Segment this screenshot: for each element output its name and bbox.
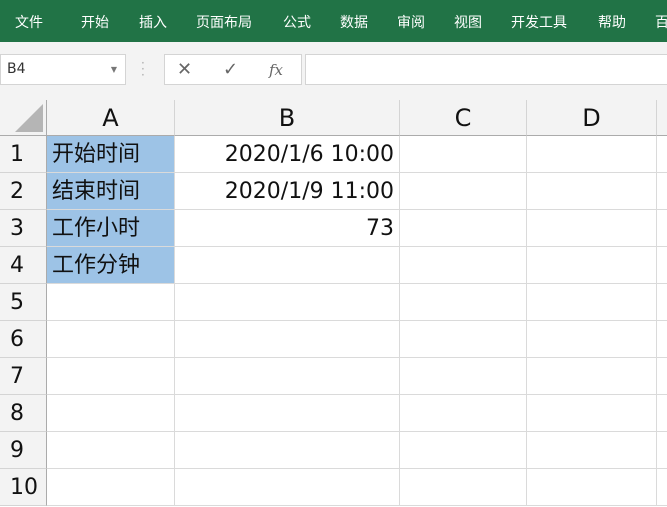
cell-B7[interactable] [175, 358, 400, 395]
tab-review[interactable]: 审阅 [397, 12, 425, 32]
cell-A2[interactable]: 结束时间 [47, 173, 175, 210]
cell-D8[interactable] [527, 395, 657, 432]
cell-E6[interactable] [657, 321, 667, 358]
select-all-triangle-icon [15, 104, 43, 132]
row-header-1[interactable]: 1 [0, 136, 47, 173]
cell-E4[interactable] [657, 247, 667, 284]
cell-D3[interactable] [527, 210, 657, 247]
row-header-7[interactable]: 7 [0, 358, 47, 395]
cell-A8[interactable] [47, 395, 175, 432]
cell-D1[interactable] [527, 136, 657, 173]
enter-icon[interactable]: ✓ [223, 59, 238, 80]
cell-C3[interactable] [400, 210, 527, 247]
column-header-d[interactable]: D [527, 100, 657, 136]
cell-E3[interactable] [657, 210, 667, 247]
column-header-b[interactable]: B [175, 100, 400, 136]
formula-input[interactable] [305, 54, 667, 85]
cell-C4[interactable] [400, 247, 527, 284]
cell-D6[interactable] [527, 321, 657, 358]
cell-E2[interactable] [657, 173, 667, 210]
cell-C9[interactable] [400, 432, 527, 469]
column-header-e[interactable] [657, 100, 667, 136]
cell-E7[interactable] [657, 358, 667, 395]
cell-C10[interactable] [400, 469, 527, 506]
row-header-9[interactable]: 9 [0, 432, 47, 469]
drag-handle-icon[interactable]: · · · [141, 57, 145, 81]
cell-D9[interactable] [527, 432, 657, 469]
formula-bar: B4 ▼ · · · ✕ ✓ fx [0, 42, 667, 100]
cell-A7[interactable] [47, 358, 175, 395]
ribbon: 文件 开始 插入 页面布局 公式 数据 审阅 视图 开发工具 帮助 百 [0, 0, 667, 42]
formula-buttons: ✕ ✓ fx [164, 54, 302, 85]
tab-help[interactable]: 帮助 [598, 12, 626, 32]
row-header-4[interactable]: 4 [0, 247, 47, 284]
cell-A6[interactable] [47, 321, 175, 358]
column-header-a[interactable]: A [47, 100, 175, 136]
row-header-8[interactable]: 8 [0, 395, 47, 432]
cell-A5[interactable] [47, 284, 175, 321]
cell-B9[interactable] [175, 432, 400, 469]
cell-C8[interactable] [400, 395, 527, 432]
cell-C1[interactable] [400, 136, 527, 173]
cell-B10[interactable] [175, 469, 400, 506]
cell-A10[interactable] [47, 469, 175, 506]
cell-C2[interactable] [400, 173, 527, 210]
cell-A9[interactable] [47, 432, 175, 469]
tab-data[interactable]: 数据 [340, 12, 368, 32]
cell-D5[interactable] [527, 284, 657, 321]
tab-home[interactable]: 开始 [81, 12, 109, 32]
cell-B1[interactable]: 2020/1/6 10:00 [175, 136, 400, 173]
cell-E1[interactable] [657, 136, 667, 173]
select-all-button[interactable] [0, 100, 47, 136]
row-header-3[interactable]: 3 [0, 210, 47, 247]
cancel-icon[interactable]: ✕ [177, 59, 192, 80]
cell-D7[interactable] [527, 358, 657, 395]
cell-B4[interactable] [175, 247, 400, 284]
cell-D2[interactable] [527, 173, 657, 210]
tab-formulas[interactable]: 公式 [283, 12, 311, 32]
cell-A4[interactable]: 工作分钟 [47, 247, 175, 284]
row-header-5[interactable]: 5 [0, 284, 47, 321]
tab-insert[interactable]: 插入 [139, 12, 167, 32]
row-header-6[interactable]: 6 [0, 321, 47, 358]
tab-more[interactable]: 百 [655, 12, 667, 32]
cell-B8[interactable] [175, 395, 400, 432]
tab-developer[interactable]: 开发工具 [511, 12, 567, 32]
cell-E10[interactable] [657, 469, 667, 506]
cell-C6[interactable] [400, 321, 527, 358]
cell-E9[interactable] [657, 432, 667, 469]
row-header-10[interactable]: 10 [0, 469, 47, 506]
chevron-down-icon[interactable]: ▼ [111, 55, 117, 84]
cell-A3[interactable]: 工作小时 [47, 210, 175, 247]
tab-file[interactable]: 文件 [15, 12, 43, 32]
cell-E5[interactable] [657, 284, 667, 321]
cell-D10[interactable] [527, 469, 657, 506]
cell-A1[interactable]: 开始时间 [47, 136, 175, 173]
column-header-c[interactable]: C [400, 100, 527, 136]
cell-B5[interactable] [175, 284, 400, 321]
row-header-2[interactable]: 2 [0, 173, 47, 210]
cell-B3[interactable]: 73 [175, 210, 400, 247]
cell-B2[interactable]: 2020/1/9 11:00 [175, 173, 400, 210]
cell-C5[interactable] [400, 284, 527, 321]
tab-view[interactable]: 视图 [454, 12, 482, 32]
cell-D4[interactable] [527, 247, 657, 284]
fx-icon[interactable]: fx [269, 61, 283, 79]
cell-C7[interactable] [400, 358, 527, 395]
cell-E8[interactable] [657, 395, 667, 432]
tab-page-layout[interactable]: 页面布局 [196, 12, 252, 32]
cell-B6[interactable] [175, 321, 400, 358]
name-box-value: B4 [7, 61, 26, 77]
name-box[interactable]: B4 ▼ [0, 54, 126, 85]
